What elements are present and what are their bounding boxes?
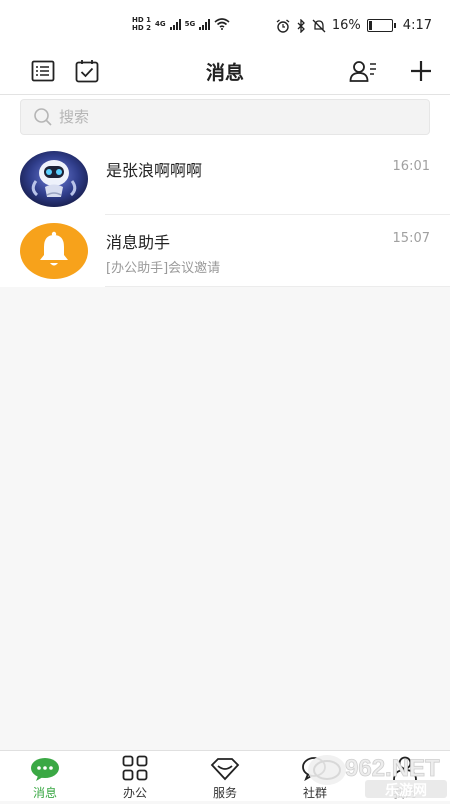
app-header: 消息 [0, 50, 450, 95]
hd1-label: HD 1 [132, 16, 151, 24]
conversation-preview: [办公助手]会议邀请 [106, 261, 221, 276]
watermark-text-2: 乐游网 [385, 782, 427, 799]
conversation-name: 消息助手 [106, 233, 171, 252]
battery-percent: 16% [331, 18, 361, 33]
search-input[interactable] [59, 108, 389, 126]
status-bar: HD 1 HD 2 4G 5G 16% 4:17 [0, 0, 450, 50]
contacts-icon[interactable] [348, 56, 378, 86]
search-icon [34, 108, 52, 126]
watermark-logo: 962.NET 乐游网 [305, 748, 450, 800]
hd-badges: HD 1 HD 2 [132, 16, 151, 32]
signal-bars-icon [169, 18, 181, 30]
grid-icon [122, 755, 148, 781]
chat-bubble-icon [31, 758, 59, 781]
conversation-time: 16:01 [392, 159, 430, 174]
conversation-item[interactable]: 消息助手 15:07 [办公助手]会议邀请 [0, 215, 450, 287]
tab-office[interactable]: 办公 [105, 751, 165, 801]
conversation-name: 是张浪啊啊啊 [106, 161, 203, 180]
signal-group: HD 1 HD 2 4G 5G [132, 16, 230, 32]
plus-icon[interactable] [406, 56, 436, 86]
tab-services[interactable]: 服务 [195, 751, 255, 801]
bell-icon [20, 223, 88, 279]
hd2-label: HD 2 [132, 24, 151, 32]
conversation-time: 15:07 [392, 231, 430, 246]
clock: 4:17 [402, 18, 432, 33]
conversation-list: 是张浪啊啊啊 16:01 消息助手 15:07 [办公助手]会议邀请 [0, 143, 450, 287]
diamond-icon [210, 758, 240, 781]
alarm-icon [276, 18, 290, 33]
bluetooth-icon [297, 18, 305, 33]
status-right: 16% 4:17 [276, 18, 432, 33]
wifi-icon [214, 18, 230, 30]
tab-label: 消息 [32, 786, 57, 800]
battery-icon [366, 19, 396, 32]
battery-fill [368, 21, 373, 30]
conversation-item[interactable]: 是张浪啊啊啊 16:01 [0, 143, 450, 215]
watermark-text-1: 962.NET [345, 755, 440, 782]
signal-bars-icon [199, 18, 211, 30]
tab-messages[interactable]: 消息 [15, 751, 75, 801]
page-title: 消息 [205, 62, 244, 84]
divider [105, 286, 450, 287]
tab-label: 服务 [212, 786, 237, 800]
search-section [0, 95, 450, 143]
network-4g-label: 4G [154, 20, 166, 28]
robot-avatar [20, 151, 88, 207]
tab-label: 办公 [122, 786, 147, 800]
network-5g-label: 5G [184, 20, 196, 28]
mute-icon [312, 19, 326, 32]
search-bar[interactable] [20, 99, 430, 135]
